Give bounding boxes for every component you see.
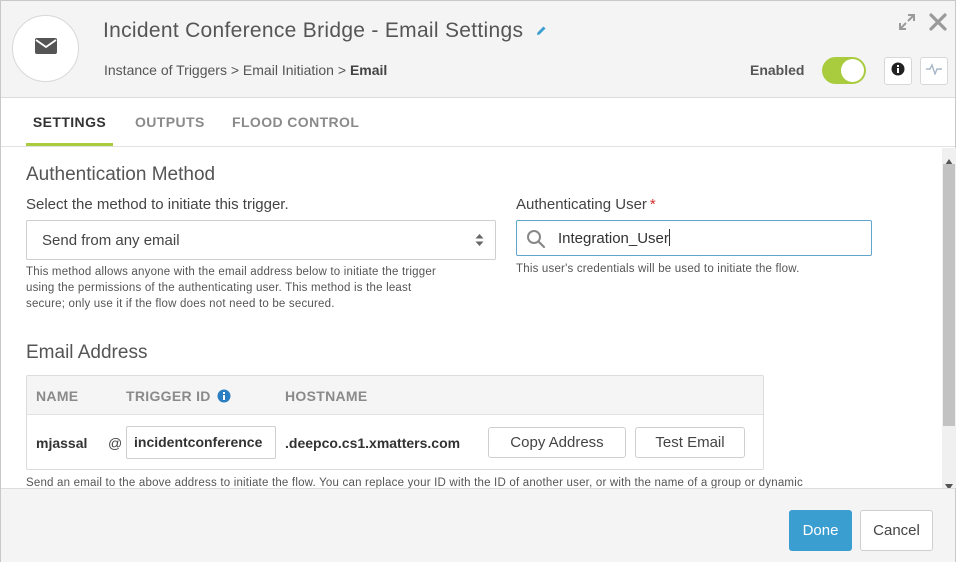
table-header: NAME TRIGGER ID HOSTNAME <box>27 376 763 415</box>
scrollbar-thumb[interactable] <box>943 164 955 426</box>
authenticating-user-label: Authenticating User * <box>516 196 656 213</box>
expand-icon[interactable] <box>896 11 918 33</box>
pulse-icon <box>926 62 942 80</box>
breadcrumb-separator: > <box>226 62 243 78</box>
method-select-value: Send from any email <box>42 232 180 249</box>
method-select[interactable]: Send from any email <box>26 220 496 260</box>
method-help: This method allows anyone with the email… <box>26 264 496 312</box>
user-help: This user's credentials will be used to … <box>516 263 800 275</box>
dialog-title-text: Incident Conference Bridge - Email Setti… <box>103 19 524 42</box>
close-icon[interactable] <box>927 11 949 33</box>
dialog-header: Incident Conference Bridge - Email Setti… <box>1 1 955 98</box>
column-header-trigger-id-text: TRIGGER ID <box>126 388 211 404</box>
section-title-authentication: Authentication Method <box>26 164 216 185</box>
authenticating-user-input[interactable]: Integration_User <box>516 220 872 256</box>
section-title-email-address: Email Address <box>26 342 148 363</box>
breadcrumb-item-email-initiation[interactable]: Email Initiation <box>243 62 334 78</box>
text-caret <box>668 229 670 246</box>
info-icon <box>891 62 905 81</box>
enabled-toggle[interactable] <box>822 57 866 84</box>
test-email-button[interactable]: Test Email <box>635 427 745 458</box>
email-address-table: NAME TRIGGER ID HOSTNAME mjassal @ incid… <box>26 375 764 470</box>
dialog-footer: Done Cancel <box>1 488 955 562</box>
search-icon <box>526 229 546 254</box>
settings-content: Authentication Method Select the method … <box>1 148 941 488</box>
tab-bar: SETTINGS OUTPUTS FLOOD CONTROL <box>1 99 955 147</box>
copy-address-button[interactable]: Copy Address <box>488 427 626 458</box>
trigger-id-input[interactable]: incidentconference <box>126 426 276 459</box>
breadcrumb-item-triggers[interactable]: Instance of Triggers <box>104 62 227 78</box>
column-header-trigger-id: TRIGGER ID <box>126 388 231 406</box>
cancel-button[interactable]: Cancel <box>860 510 933 551</box>
breadcrumb-current: Email <box>349 62 388 78</box>
authenticating-user-text: Integration_User <box>558 230 669 247</box>
email-settings-dialog: Incident Conference Bridge - Email Setti… <box>0 0 956 562</box>
authenticating-user-value: Integration_User <box>558 229 670 247</box>
tab-settings[interactable]: SETTINGS <box>26 99 113 146</box>
column-header-name: NAME <box>36 388 79 404</box>
toggle-knob <box>841 59 864 82</box>
column-header-hostname: HOSTNAME <box>285 388 368 404</box>
required-marker: * <box>649 196 656 213</box>
dialog-title: Incident Conference Bridge - Email Setti… <box>103 19 547 43</box>
select-arrows-icon <box>475 233 484 251</box>
row-name: mjassal <box>36 435 88 451</box>
info-button[interactable] <box>884 57 912 85</box>
scroll-down-arrow-icon[interactable] <box>945 477 953 490</box>
tab-flood-control[interactable]: FLOOD CONTROL <box>232 99 359 146</box>
trigger-avatar <box>12 15 79 82</box>
at-symbol: @ <box>108 435 123 451</box>
row-hostname: .deepco.cs1.xmatters.com <box>285 435 461 451</box>
method-help-line: secure; only use it if the flow does not… <box>26 298 335 310</box>
email-help: Send an email to the above address to in… <box>26 477 803 488</box>
method-help-line: using the permissions of the authenticat… <box>26 282 412 294</box>
envelope-icon <box>34 38 57 59</box>
tab-outputs[interactable]: OUTPUTS <box>135 99 205 146</box>
breadcrumb-separator: > <box>333 62 350 78</box>
done-button[interactable]: Done <box>789 510 852 551</box>
method-label: Select the method to initiate this trigg… <box>26 196 289 213</box>
info-icon[interactable] <box>217 389 231 406</box>
content-scrollbar[interactable] <box>942 148 956 490</box>
enabled-label: Enabled <box>750 62 805 78</box>
activity-button[interactable] <box>920 57 948 85</box>
scroll-up-arrow-icon[interactable] <box>945 152 953 165</box>
pencil-icon[interactable] <box>535 19 547 43</box>
breadcrumb: Instance of Triggers > Email Initiation … <box>104 62 387 78</box>
authenticating-user-label-text: Authenticating User <box>516 196 647 213</box>
method-help-line: This method allows anyone with the email… <box>26 266 437 278</box>
